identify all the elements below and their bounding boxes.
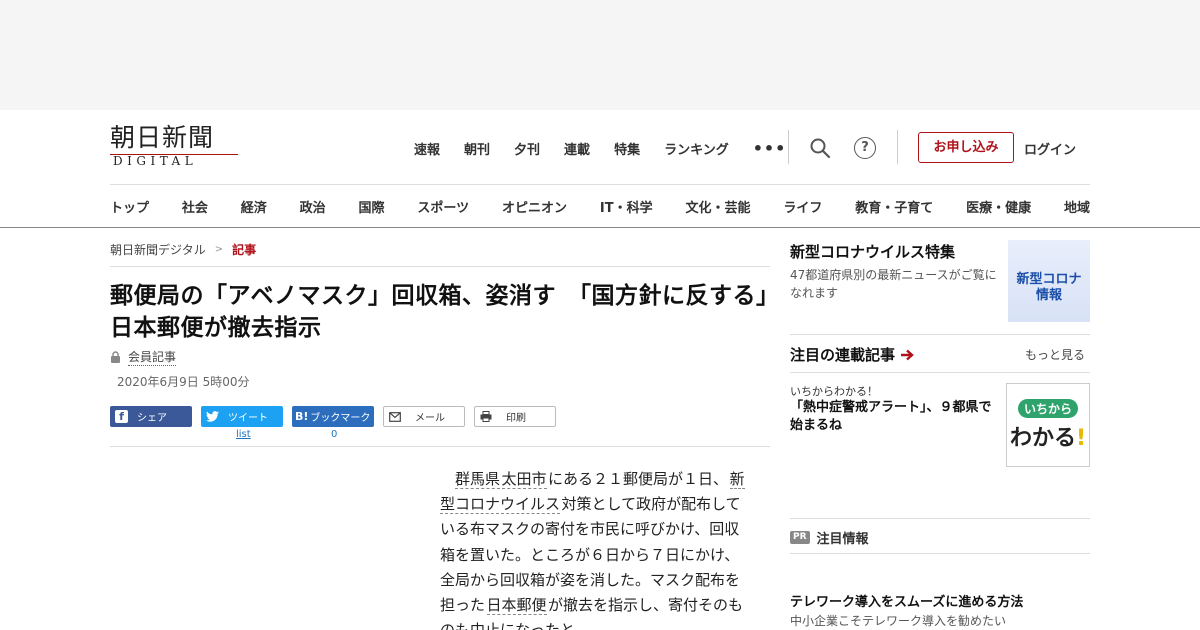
sidebar-divider (790, 334, 1090, 335)
category-culture[interactable]: 文化・芸能 (685, 197, 750, 216)
pr-badge: PR (790, 531, 810, 544)
hatena-bookmark-button[interactable]: B! ブックマーク (292, 406, 374, 427)
body-text-part: が撤去を指示し、寄付そのものも中止になったと (440, 596, 744, 630)
print-icon (480, 411, 492, 422)
keyword-link-gunma[interactable]: 群馬県 (455, 470, 501, 489)
body-text-part: にある２１郵便局が１日、 (548, 470, 729, 488)
series-thumb-word: わかる (1009, 426, 1076, 451)
topnav-item-choukan[interactable]: 朝刊 (464, 139, 490, 158)
facebook-share-button[interactable]: f シェア (110, 406, 192, 427)
sidebar-divider (790, 518, 1090, 519)
facebook-icon: f (115, 410, 128, 423)
series-heading[interactable]: 注目の連載記事 (790, 344, 915, 365)
series-article-title[interactable]: 「熱中症警戒アラート」、９都県で始まるね (790, 399, 1002, 435)
logo-divider (110, 154, 238, 155)
subscribe-button[interactable]: お申し込み (918, 132, 1014, 163)
series-thumb-exclaim: ! (1075, 426, 1087, 451)
topnav-item-rensai[interactable]: 連載 (564, 139, 590, 158)
series-more-link[interactable]: もっと見る (1025, 346, 1085, 363)
category-international[interactable]: 国際 (359, 197, 385, 216)
share-bar: f シェア ツイート B! ブックマーク メール 印刷 (110, 406, 565, 427)
print-button[interactable]: 印刷 (474, 406, 556, 427)
pr-article-description: 中小企業こそテレワーク導入を勧めたい (790, 614, 1007, 628)
category-top[interactable]: トップ (110, 197, 149, 216)
category-politics[interactable]: 政治 (300, 197, 326, 216)
category-life[interactable]: ライフ (783, 197, 822, 216)
sidebar-divider (790, 372, 1090, 373)
arrow-right-icon (901, 349, 914, 360)
share-divider (110, 446, 770, 447)
ad-area (0, 0, 1200, 110)
logo-en-text: DIGITAL (113, 154, 198, 168)
breadcrumb-home[interactable]: 朝日新聞デジタル (110, 241, 206, 258)
facebook-share-label: シェア (137, 413, 167, 424)
hatena-count[interactable]: 0 (331, 429, 337, 440)
topnav-item-yuukan[interactable]: 夕刊 (514, 139, 540, 158)
pr-article-title[interactable]: テレワーク導入をスムーズに進める方法 (790, 591, 1023, 610)
category-sports[interactable]: スポーツ (417, 197, 469, 216)
breadcrumb-divider (110, 266, 770, 267)
category-it-science[interactable]: IT・科学 (600, 197, 653, 216)
member-label: 会員記事 (128, 350, 177, 366)
corona-feature-title[interactable]: 新型コロナウイルス特集 (790, 241, 955, 262)
category-nav-top-border (110, 184, 1090, 185)
more-menu-icon[interactable]: ••• (753, 139, 787, 158)
header-divider (788, 130, 789, 164)
hatena-bookmark-icon: B! (295, 410, 309, 423)
mail-share-button[interactable]: メール (383, 406, 465, 427)
sidebar-divider (790, 553, 1090, 554)
topnav-item-ranking[interactable]: ランキング (664, 139, 729, 158)
breadcrumb-separator: > (214, 244, 224, 255)
top-nav: 速報 朝刊 夕刊 連載 特集 ランキング ••• (414, 139, 786, 158)
print-label: 印刷 (506, 413, 526, 424)
mail-icon (389, 411, 401, 422)
series-thumbnail[interactable]: いちから わかる! (1006, 383, 1090, 467)
twitter-share-label: ツイート (228, 413, 268, 424)
member-badge[interactable]: 会員記事 (110, 348, 177, 366)
lock-icon (111, 351, 120, 363)
category-nav: トップ 社会 経済 政治 国際 スポーツ オピニオン IT・科学 文化・芸能 ラ… (110, 197, 1090, 216)
twitter-count-link[interactable]: list (236, 429, 251, 440)
topnav-item-tokushu[interactable]: 特集 (614, 139, 640, 158)
category-opinion[interactable]: オピニオン (502, 197, 567, 216)
series-tag: いちからわかる！ (790, 385, 878, 398)
twitter-share-button[interactable]: ツイート (201, 406, 283, 427)
series-heading-label: 注目の連載記事 (790, 346, 896, 364)
hatena-bookmark-label: ブックマーク (310, 413, 371, 424)
search-icon[interactable] (809, 137, 831, 159)
corona-thumb-line2: 情報 (1035, 288, 1062, 303)
twitter-icon (206, 411, 219, 422)
help-icon[interactable]: ? (854, 137, 876, 159)
category-society[interactable]: 社会 (182, 197, 208, 216)
breadcrumb: 朝日新聞デジタル > 記事 (110, 241, 256, 258)
corona-feature-thumbnail[interactable]: 新型コロナ 情報 (1008, 240, 1090, 322)
pr-label: 注目情報 (816, 532, 869, 547)
breadcrumb-current[interactable]: 記事 (232, 241, 256, 258)
category-economy[interactable]: 経済 (241, 197, 267, 216)
category-health[interactable]: 医療・健康 (966, 197, 1031, 216)
pr-section-header: PR 注目情報 (790, 528, 869, 547)
keyword-link-japan-post[interactable]: 日本郵便 (486, 596, 547, 616)
article-body: 群馬県 太田市 にある２１郵便局が１日、 新型コロナウイルス 対策として政府が配… (440, 467, 748, 630)
corona-feature-description: 47都道府県別の最新ニュースがご覧になれます (790, 268, 997, 300)
corona-thumb-line1: 新型コロナ (1016, 272, 1082, 287)
keyword-link-ota[interactable]: 太田市 (501, 470, 547, 489)
site-logo[interactable]: 朝日新聞 DIGITAL (110, 124, 242, 168)
category-region[interactable]: 地域 (1064, 197, 1090, 216)
category-nav-bottom-border (0, 227, 1200, 228)
header-divider (897, 130, 898, 164)
mail-share-label: メール (415, 413, 445, 424)
login-link[interactable]: ログイン (1024, 139, 1076, 158)
topnav-item-sokuho[interactable]: 速報 (414, 139, 440, 158)
article-title: 郵便局の「アベノマスク」回収箱、姿消す 「国方針に反する」日本郵便が撤去指示 (110, 283, 769, 341)
series-thumb-pill: いちから (1017, 399, 1078, 418)
publish-date: 2020年6月9日 5時00分 (117, 375, 250, 389)
category-education[interactable]: 教育・子育て (855, 197, 933, 216)
logo-jp-text: 朝日新聞 (110, 123, 215, 152)
series-thumb-title: わかる! (1007, 420, 1089, 452)
